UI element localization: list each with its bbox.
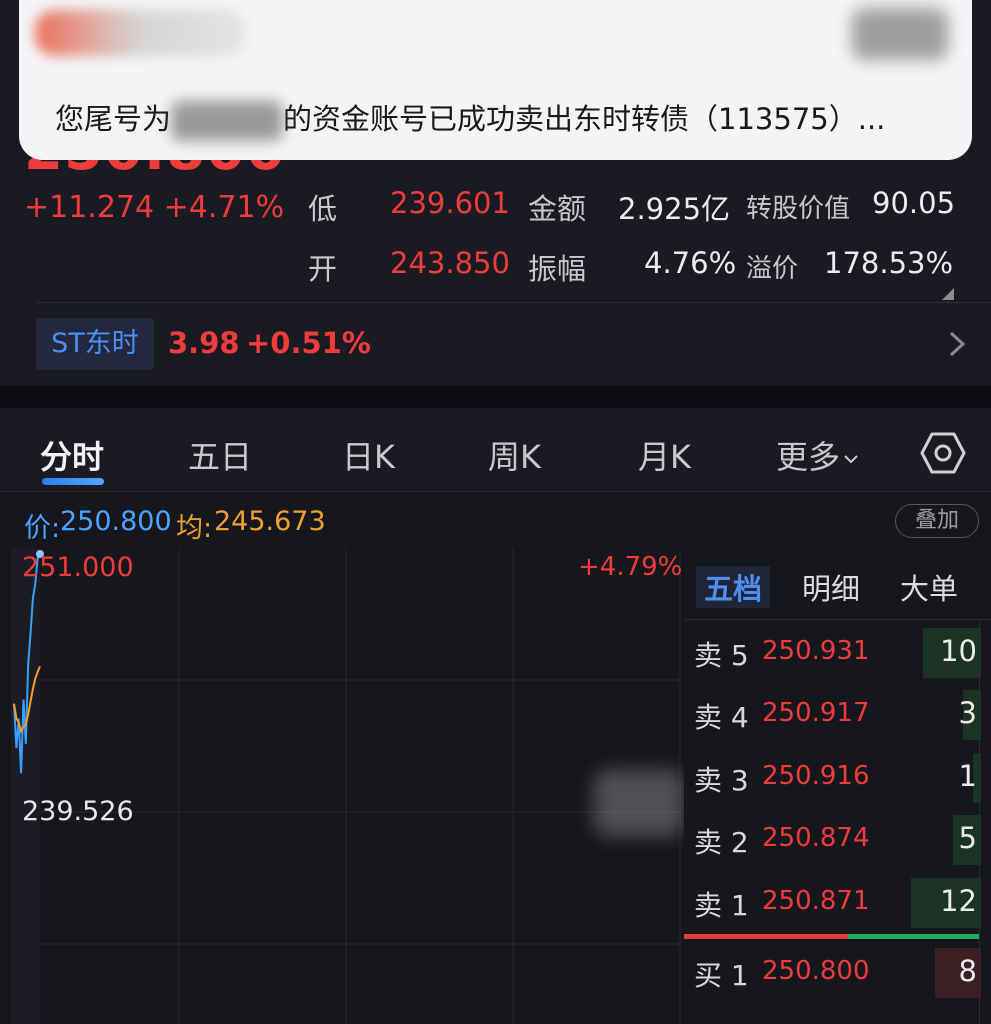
ask-label: 卖 1 [694, 889, 749, 922]
conv-value: 90.05 [872, 186, 956, 220]
app-icon-blurred [35, 10, 245, 56]
premium-label: 溢价 [746, 254, 799, 284]
redaction-smudge [594, 770, 684, 836]
ask-label: 卖 4 [694, 701, 749, 734]
ask-price: 250.916 [762, 761, 870, 791]
price-average-row: 价: 250.800 均: 245.673 叠加 [0, 492, 991, 548]
bid-volume: 8 [958, 954, 977, 988]
elapsed-time-band [12, 548, 40, 1024]
tab-intraday[interactable]: 分时 [40, 432, 104, 478]
ask-volume: 1 [958, 759, 977, 793]
tab-large-orders[interactable]: 大单 [900, 566, 958, 608]
bid-ask-ratio-bar [684, 934, 979, 939]
expand-corner-icon[interactable] [942, 288, 954, 300]
ask-volume: 5 [958, 821, 977, 855]
amplitude-value: 4.76% [644, 246, 737, 280]
ask-price: 250.931 [762, 636, 870, 666]
y-low-label: 239.526 [22, 796, 134, 827]
active-tab-indicator [42, 478, 104, 485]
notification-banner[interactable]: 您尾号为 的资金账号已成功卖出东时转债（113575）... [19, 0, 972, 160]
settings-hexagon-icon[interactable] [920, 430, 966, 476]
ask-volume: 10 [940, 634, 977, 668]
tab-more[interactable]: 更多 [776, 432, 860, 478]
timestamp-blurred [852, 8, 948, 60]
conv-value-label: 转股价值 [746, 194, 851, 224]
avg-label: 均: [176, 513, 213, 544]
ask-row-3[interactable]: 卖 3 250.916 1 [684, 747, 991, 809]
avg-readout: 245.673 [214, 506, 326, 537]
tab-detail[interactable]: 明细 [802, 566, 860, 608]
price-label: 价: [24, 513, 61, 544]
open-label: 开 [308, 252, 338, 286]
chevron-right-icon[interactable] [946, 330, 968, 358]
chevron-down-icon [844, 455, 858, 464]
underlying-stock-row[interactable]: ST东时 3.98 +0.51% [0, 318, 991, 374]
price-change-pct: +4.71% [163, 190, 285, 225]
ask-volume: 12 [940, 884, 977, 918]
order-book-tabs: 五档 明细 大单 [684, 548, 991, 620]
underlying-name[interactable]: ST东时 [36, 318, 154, 370]
low-label: 低 [308, 192, 338, 226]
tab-weekly-k[interactable]: 周K [488, 432, 541, 478]
price-readout: 250.800 [60, 506, 172, 537]
tab-more-label: 更多 [776, 438, 841, 476]
bid-row-1[interactable]: 买 1 250.800 8 [684, 942, 991, 1004]
ask-row-2[interactable]: 卖 2 250.874 5 [684, 809, 991, 871]
ask-row-1[interactable]: 卖 1 250.871 12 [684, 872, 991, 934]
amplitude-label: 振幅 [528, 252, 587, 286]
bid-price: 250.800 [762, 956, 870, 986]
divider [36, 302, 991, 303]
ask-price: 250.917 [762, 698, 870, 728]
order-book-panel: 五档 明细 大单 卖 5 250.931 10 卖 4 250.917 3 卖 … [684, 548, 991, 1024]
chart-grid [11, 548, 681, 1024]
underlying-price: 3.98 [168, 326, 240, 360]
underlying-change: +0.51% [246, 326, 371, 360]
ask-price: 250.874 [762, 823, 870, 853]
ask-row-5[interactable]: 卖 5 250.931 10 [684, 622, 991, 684]
bid-share [684, 934, 848, 939]
ask-label: 卖 3 [694, 764, 749, 797]
redacted-account [171, 101, 284, 141]
ask-price: 250.871 [762, 886, 870, 916]
price-change: +11.274 [24, 190, 155, 225]
tab-daily-k[interactable]: 日K [342, 432, 395, 478]
low-value: 239.601 [390, 186, 510, 220]
price-change-line: +11.274 +4.71% [24, 190, 284, 225]
ask-volume: 3 [958, 696, 977, 730]
tab-monthly-k[interactable]: 月K [638, 432, 691, 478]
open-value: 243.850 [390, 246, 510, 280]
bid-label: 买 1 [694, 959, 749, 992]
y-high-label: 251.000 [22, 552, 134, 583]
premium-value: 178.53% [824, 246, 954, 280]
ask-row-4[interactable]: 卖 4 250.917 3 [684, 684, 991, 746]
ask-share [848, 934, 979, 939]
overlay-button[interactable]: 叠加 [895, 504, 979, 538]
notification-message-start: 您尾号为 [55, 102, 172, 136]
ask-label: 卖 5 [694, 639, 749, 672]
intraday-chart-svg [11, 548, 681, 1024]
notification-message-end: 的资金账号已成功卖出东时转债（113575）... [283, 102, 886, 136]
pct-high-label: +4.79% [578, 552, 683, 582]
tab-five-day[interactable]: 五日 [188, 432, 252, 478]
tab-five-levels[interactable]: 五档 [696, 566, 771, 608]
chart-period-tabs: 分时 五日 日K 周K 月K 更多 [0, 408, 991, 492]
notification-message: 您尾号为 的资金账号已成功卖出东时转债（113575）... [55, 96, 885, 141]
stock-detail-screen: 250.800 +11.274 +4.71% 低 239.601 金额 2.92… [0, 0, 991, 1024]
amount-label: 金额 [528, 192, 587, 226]
intraday-chart[interactable]: 251.000 239.526 +4.79% [0, 548, 684, 1024]
section-gap [0, 386, 991, 408]
ask-label: 卖 2 [694, 826, 749, 859]
amount-value: 2.925亿 [618, 192, 731, 226]
